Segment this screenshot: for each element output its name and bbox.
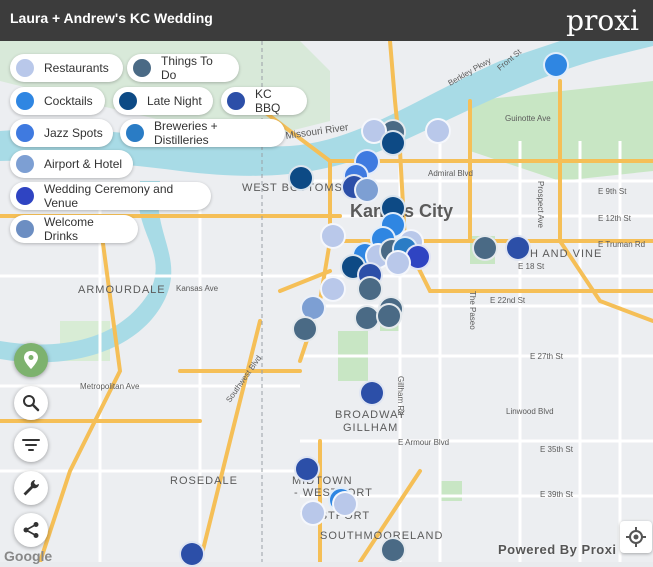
label-southmoreland: SOUTHMOORELAND bbox=[320, 530, 443, 542]
label-west-bottoms: WEST BOTTOMS bbox=[242, 182, 343, 194]
legend-chip-breweries[interactable]: Breweries + Distilleries bbox=[120, 119, 285, 147]
map-title: Laura + Andrew's KC Wedding bbox=[10, 10, 213, 26]
svg-text:The Paseo: The Paseo bbox=[468, 291, 477, 330]
wrench-icon bbox=[23, 480, 39, 496]
label-armourdale: ARMOURDALE bbox=[78, 284, 166, 296]
label-midtown: MIDTOWN bbox=[292, 475, 353, 487]
filter-icon bbox=[22, 439, 40, 451]
label-rosedale: ROSEDALE bbox=[170, 475, 238, 487]
svg-text:E 39th St: E 39th St bbox=[540, 490, 574, 499]
label-westport: WESTPORT bbox=[300, 510, 370, 522]
search-icon bbox=[23, 395, 40, 412]
svg-text:- WESTPORT: - WESTPORT bbox=[294, 487, 373, 499]
legend-chip-things-to-do[interactable]: Things To Do bbox=[127, 54, 239, 82]
search-button[interactable] bbox=[14, 386, 48, 420]
tools-button[interactable] bbox=[14, 471, 48, 505]
legend-dot bbox=[126, 124, 144, 142]
header-bar: Laura + Andrew's KC Wedding proxi bbox=[0, 0, 653, 41]
legend-label: Cocktails bbox=[44, 94, 93, 108]
svg-text:Metropolitan Ave: Metropolitan Ave bbox=[80, 382, 140, 391]
svg-text:E Armour Blvd: E Armour Blvd bbox=[398, 438, 449, 447]
svg-text:E 22nd St: E 22nd St bbox=[490, 296, 526, 305]
legend-dot bbox=[16, 92, 34, 110]
svg-text:Admiral Blvd: Admiral Blvd bbox=[428, 169, 473, 178]
label-kansas-city: Kansas City bbox=[350, 201, 453, 221]
svg-text:E 12th St: E 12th St bbox=[598, 214, 632, 223]
legend-label: Breweries + Distilleries bbox=[154, 119, 218, 147]
legend-dot bbox=[16, 155, 34, 173]
legend-chip-airport-hotel[interactable]: Airport & Hotel bbox=[10, 150, 133, 178]
share-button[interactable] bbox=[14, 513, 48, 547]
svg-text:E 35th St: E 35th St bbox=[540, 445, 574, 454]
legend-label: Wedding Ceremony and Venue bbox=[44, 182, 174, 210]
legend-label: Welcome Drinks bbox=[44, 215, 94, 243]
svg-text:E 27th St: E 27th St bbox=[530, 352, 564, 361]
legend-dot bbox=[133, 59, 151, 77]
legend-label: Jazz Spots bbox=[44, 126, 103, 140]
add-place-button[interactable] bbox=[14, 343, 48, 377]
svg-text:E 18 St: E 18 St bbox=[518, 262, 545, 271]
svg-text:E 9th St: E 9th St bbox=[598, 187, 627, 196]
proxi-logo[interactable]: proxi bbox=[566, 4, 639, 37]
legend-label: Restaurants bbox=[44, 61, 109, 75]
label-18th-vine: 18TH AND VINE bbox=[508, 248, 602, 260]
legend-chip-jazz-spots[interactable]: Jazz Spots bbox=[10, 119, 113, 147]
svg-text:Guinotte Ave: Guinotte Ave bbox=[505, 114, 551, 123]
legend-label: Things To Do bbox=[161, 54, 213, 82]
legend-chip-kc-bbq[interactable]: KC BBQ bbox=[221, 87, 307, 115]
locate-button[interactable] bbox=[620, 521, 652, 553]
legend-dot bbox=[227, 92, 245, 110]
svg-text:Kansas Ave: Kansas Ave bbox=[176, 284, 219, 293]
legend-dot bbox=[16, 59, 34, 77]
locate-icon bbox=[626, 527, 646, 547]
powered-by-proxi[interactable]: Powered By Proxi bbox=[498, 542, 617, 557]
label-broadway-gillham: BROADWAY bbox=[335, 409, 406, 421]
svg-text:E Truman Rd: E Truman Rd bbox=[598, 240, 645, 249]
svg-text:Linwood Blvd: Linwood Blvd bbox=[506, 407, 554, 416]
legend-dot bbox=[16, 187, 34, 205]
legend-label: KC BBQ bbox=[255, 87, 281, 115]
legend-chip-cocktails[interactable]: Cocktails bbox=[10, 87, 105, 115]
legend-chip-restaurants[interactable]: Restaurants bbox=[10, 54, 123, 82]
share-icon bbox=[23, 522, 39, 538]
legend-label: Airport & Hotel bbox=[44, 157, 123, 171]
legend-chip-wedding-venue[interactable]: Wedding Ceremony and Venue bbox=[10, 182, 211, 210]
filter-button[interactable] bbox=[14, 428, 48, 462]
legend-dot bbox=[16, 220, 34, 238]
legend-chip-late-night[interactable]: Late Night bbox=[113, 87, 213, 115]
legend-dot bbox=[16, 124, 34, 142]
legend-label: Late Night bbox=[147, 94, 202, 108]
svg-text:Gillham Rd: Gillham Rd bbox=[396, 376, 405, 416]
svg-text:GILLHAM: GILLHAM bbox=[343, 422, 398, 434]
map-pin-icon bbox=[24, 351, 38, 369]
legend-chip-welcome-drinks[interactable]: Welcome Drinks bbox=[10, 215, 138, 243]
legend-dot bbox=[119, 92, 137, 110]
svg-text:Prospect Ave: Prospect Ave bbox=[536, 181, 545, 229]
